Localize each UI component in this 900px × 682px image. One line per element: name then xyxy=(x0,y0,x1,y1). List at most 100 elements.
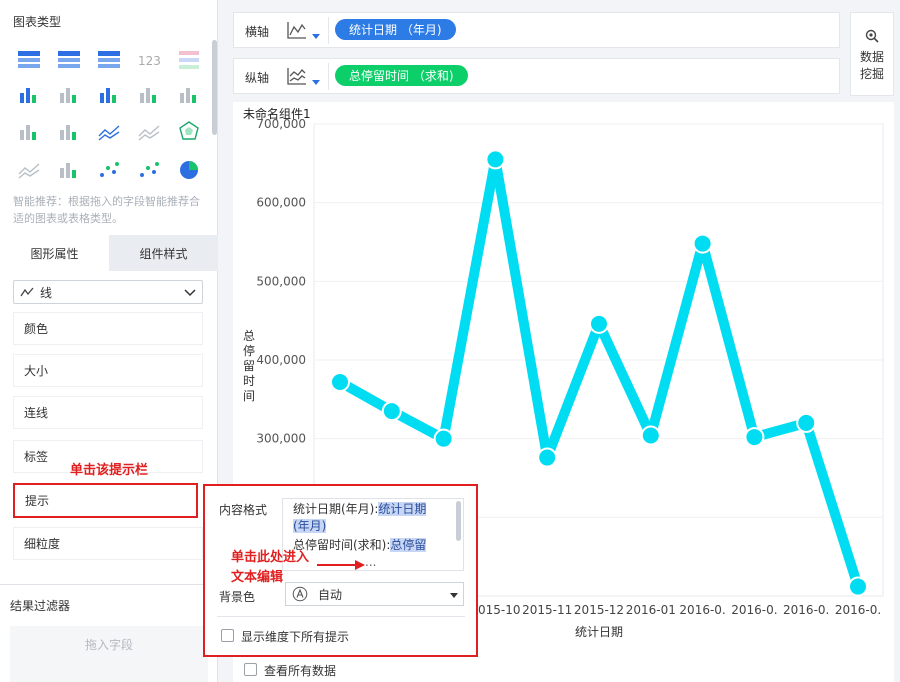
scatter-icon[interactable] xyxy=(96,158,122,182)
area-chart-icon[interactable] xyxy=(16,158,42,182)
data-mining-button[interactable]: 数据 挖掘 xyxy=(850,12,894,96)
y-axis-title: 留 xyxy=(243,359,255,373)
table-icon[interactable] xyxy=(16,48,42,72)
x-axis-bar: 横轴 统计日期 （年月) xyxy=(233,12,840,48)
divider xyxy=(217,616,465,617)
content-line-1-text: 统计日期(年月): xyxy=(293,502,379,516)
detail-table-icon[interactable] xyxy=(96,48,122,72)
step-bar-icon[interactable] xyxy=(56,120,82,144)
chart-types-title: 图表类型 xyxy=(13,15,62,29)
radar-icon[interactable] xyxy=(176,120,202,144)
multi-line-icon[interactable] xyxy=(96,120,122,144)
content-format-textbox[interactable]: 统计日期(年月):统计日期 (年月) 总停留时间(求和):总停留 ... xyxy=(282,498,464,571)
annotation-arrow xyxy=(317,559,365,570)
magnifier-icon xyxy=(865,29,879,43)
pie-chart-icon[interactable] xyxy=(176,158,202,182)
y-axis-bar: 纵轴 总停留时间 （求和) xyxy=(233,58,840,94)
show-all-tips-label: 显示维度下所有提示 xyxy=(241,630,350,644)
y-tick-label: 500,000 xyxy=(256,274,306,288)
x-axis-field-pill[interactable]: 统计日期 （年月) xyxy=(335,19,456,40)
bg-color-select[interactable]: 自动 xyxy=(285,582,464,606)
content-ellipsis[interactable]: ... xyxy=(365,554,376,570)
x-axis-chart-icon[interactable] xyxy=(286,20,308,40)
mark-type-label: 线 xyxy=(40,285,53,300)
property-tabs: 图形属性 组件样式 xyxy=(0,235,218,271)
separator xyxy=(328,63,329,90)
prop-granularity[interactable]: 细粒度 xyxy=(13,527,203,560)
data-point xyxy=(433,428,454,449)
y-axis-label: 纵轴 xyxy=(245,71,270,85)
data-point xyxy=(537,447,558,468)
chart-types-scrollbar[interactable] xyxy=(212,40,217,135)
auto-letter-icon xyxy=(292,586,308,602)
content-line-3: 总停留时间(求和):总停留 xyxy=(293,537,427,554)
annotation-click-tip: 单击该提示栏 xyxy=(70,463,149,478)
prop-color[interactable]: 颜色 xyxy=(13,312,203,345)
y-axis-field-pill[interactable]: 总停留时间 （求和) xyxy=(335,65,468,86)
content-scrollbar[interactable] xyxy=(456,501,461,541)
content-line-2-selected: (年月) xyxy=(293,519,327,533)
separator xyxy=(328,17,329,44)
content-format-label: 内容格式 xyxy=(219,503,268,517)
tab-component-style[interactable]: 组件样式 xyxy=(109,235,218,271)
y-axis-dropdown-icon[interactable] xyxy=(312,80,320,85)
x-axis-label: 横轴 xyxy=(245,25,270,39)
content-line-1: 统计日期(年月):统计日期 xyxy=(293,501,427,518)
data-point xyxy=(796,412,817,433)
y-axis-title: 停 xyxy=(243,343,255,358)
chevron-down-icon xyxy=(184,286,196,298)
mark-type-select[interactable]: 线 xyxy=(13,280,203,304)
show-all-tips-checkbox[interactable] xyxy=(221,629,234,642)
y-tick-label: 600,000 xyxy=(256,196,306,210)
data-point xyxy=(330,372,350,393)
filter-drop-zone[interactable]: 拖入字段 xyxy=(10,626,208,682)
prop-size[interactable]: 大小 xyxy=(13,354,203,387)
caret-down-icon xyxy=(450,593,458,598)
content-line-3-selected: 总停留 xyxy=(390,538,427,552)
recommend-hint: 智能推荐：根据拖入的字段智能推荐合适的图表或表格类型。 xyxy=(13,195,200,225)
cluster-bar-icon[interactable] xyxy=(96,83,122,107)
svg-text:123: 123 xyxy=(138,54,161,68)
view-all-label: 查看所有数据 xyxy=(264,664,337,678)
cross-table-icon[interactable] xyxy=(56,48,82,72)
drop-placeholder: 拖入字段 xyxy=(84,638,133,652)
content-line-1-selected: 统计日期 xyxy=(378,502,427,516)
result-filter-title: 结果过滤器 xyxy=(10,599,71,613)
line-chart-icon xyxy=(20,286,34,298)
bar-chart-icon[interactable] xyxy=(176,83,202,107)
heatmap-icon[interactable] xyxy=(56,83,82,107)
data-point xyxy=(381,401,402,422)
y-tick-label: 400,000 xyxy=(256,353,306,367)
bg-color-value: 自动 xyxy=(318,587,343,602)
x-tick-label: 2016-01 xyxy=(626,603,676,617)
view-all-checkbox[interactable] xyxy=(244,663,257,676)
x-axis-title: 统计日期 xyxy=(575,625,623,639)
tab-graphic-properties[interactable]: 图形属性 xyxy=(0,235,109,271)
x-tick-label: 2016-0. xyxy=(783,603,829,617)
prop-tooltip[interactable]: 提示 xyxy=(13,483,198,518)
stacked-bar-icon[interactable] xyxy=(16,120,42,144)
y-axis-chart-icon[interactable] xyxy=(286,66,308,86)
color-table-icon[interactable] xyxy=(176,48,202,72)
data-point xyxy=(640,425,661,446)
prop-connect-line[interactable]: 连线 xyxy=(13,396,203,429)
tooltip-settings-popup: 内容格式 统计日期(年月):统计日期 (年月) 总停留时间(求和):总停留 ..… xyxy=(203,484,478,657)
x-axis-dropdown-icon[interactable] xyxy=(312,34,320,39)
bubble-icon[interactable] xyxy=(136,158,162,182)
dot-list-icon[interactable] xyxy=(16,83,42,107)
divider xyxy=(0,584,218,585)
y-axis-title: 总 xyxy=(243,329,255,343)
x-tick-label: 2016-0. xyxy=(731,603,777,617)
annotation-click-edit-line1: 单击此处进入 xyxy=(231,550,310,565)
grouped-bar-icon[interactable] xyxy=(136,83,162,107)
bg-color-label: 背景色 xyxy=(219,590,256,604)
area-line-icon[interactable] xyxy=(136,120,162,144)
content-line-2: (年月) xyxy=(293,518,327,535)
left-panel: 图表类型 123 智能推荐：根据拖入的字段智能推荐合适的图表或表格类型。 图形属… xyxy=(0,0,218,682)
kpi-number-icon[interactable]: 123 xyxy=(136,48,162,72)
data-mining-label-2: 挖掘 xyxy=(859,67,884,81)
data-point xyxy=(744,427,765,448)
y-axis-title: 间 xyxy=(243,389,255,403)
column-icon[interactable] xyxy=(56,158,82,182)
x-tick-label: 2016-0. xyxy=(679,603,725,617)
